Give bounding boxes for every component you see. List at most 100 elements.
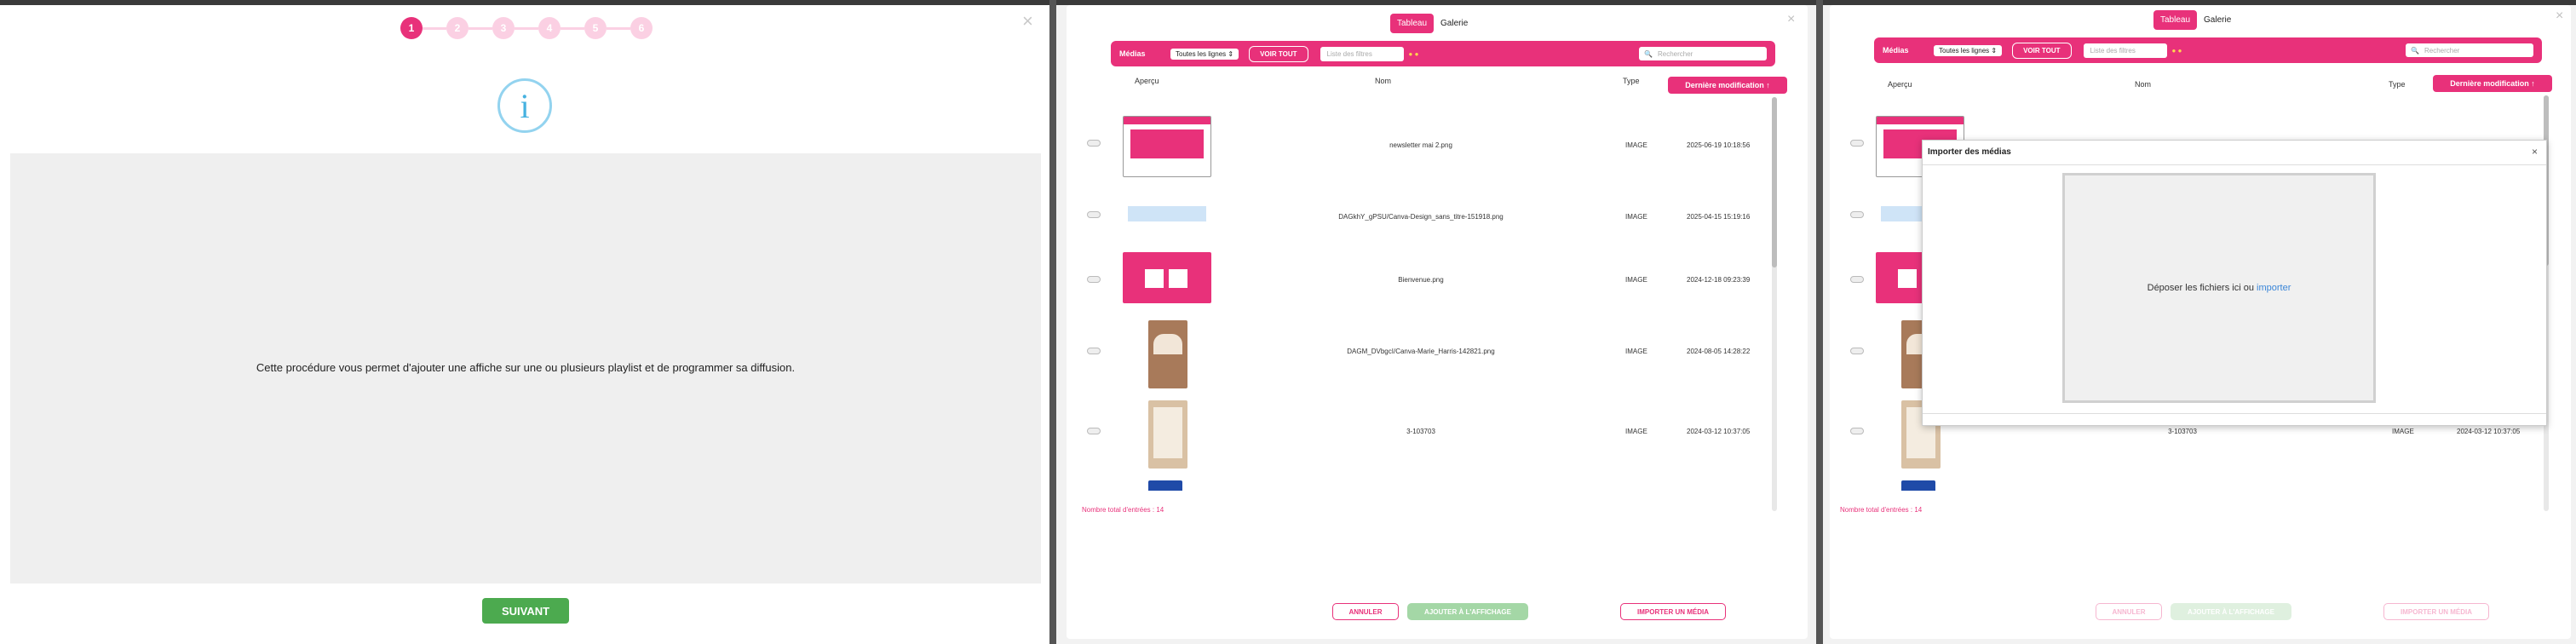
cancel-button[interactable]: ANNULER [2096,603,2162,620]
row-toggle[interactable] [1850,140,1864,147]
row-toggle[interactable] [1850,428,1864,434]
cancel-button[interactable]: ANNULER [1332,603,1399,620]
view-all-button[interactable]: VOIR TOUT [2012,42,2072,59]
col-name[interactable]: Nom [1375,77,1391,85]
close-icon[interactable]: × [2556,9,2563,24]
import-media-modal: Importer des médias × Déposer les fichie… [1922,140,2547,426]
search-icon: 🔍 [2411,46,2419,55]
info-icon: i [497,78,552,133]
row-name: DAGM_DVbgcI/Canva-Marie_Harris-142821.pn… [1347,348,1495,355]
media-panel: × Tableau Galerie Médias Toutes les lign… [1056,0,1816,644]
row-type: IMAGE [1625,428,1647,435]
row-type: IMAGE [2392,428,2414,435]
next-button[interactable]: SUIVANT [482,598,569,624]
col-preview: Aperçu [1888,80,1912,89]
step-3[interactable]: 3 [492,17,515,39]
row-type: IMAGE [1625,276,1647,284]
lines-select[interactable]: Toutes les lignes ⇕ [1170,48,1239,60]
media-table: newsletter mai 2.png IMAGE 2025-06-19 10… [1087,111,1768,511]
row-date: 2024-03-12 10:37:05 [1687,428,1751,435]
row-date: 2024-08-05 14:28:22 [1687,348,1751,355]
filters-input[interactable]: Liste des filtres [2083,43,2167,58]
tab-galerie[interactable]: Galerie [1434,14,1475,33]
close-icon[interactable]: × [1787,12,1795,27]
table-row[interactable]: 3-103703 IMAGE 2024-03-12 10:37:05 [1087,400,1768,477]
row-type: IMAGE [1625,141,1647,149]
row-date: 2025-04-15 15:19:16 [1687,213,1751,221]
step-connector [515,26,538,30]
row-toggle[interactable] [1850,348,1864,354]
close-icon[interactable]: × [2532,146,2538,158]
filter-bar: Médias Toutes les lignes ⇕ VOIR TOUT Lis… [1874,37,2542,63]
search-input[interactable]: 🔍 Rechercher [2406,43,2533,57]
table-row[interactable]: DAGM_DVbgcI/Canva-Marie_Harris-142821.pn… [1087,320,1768,397]
step-1[interactable]: 1 [400,17,423,39]
preview-thumbnail [1123,252,1211,303]
col-type[interactable]: Type [1623,77,1640,85]
row-date: 2025-06-19 10:18:56 [1687,141,1751,149]
tab-tableau[interactable]: Tableau [2153,10,2198,30]
import-media-button[interactable]: IMPORTER UN MÉDIA [2383,603,2489,620]
add-to-display-button[interactable]: AJOUTER À L'AFFICHAGE [2171,603,2291,620]
col-name[interactable]: Nom [2135,80,2151,89]
dropzone-text: Déposer les fichiers ici ou importer [2147,283,2291,293]
view-tabs: Tableau Galerie [2153,10,2238,30]
step-connector [607,26,630,30]
lines-select[interactable]: Toutes les lignes ⇕ [1934,44,2003,56]
import-media-button[interactable]: IMPORTER UN MÉDIA [1620,603,1726,620]
search-input[interactable]: 🔍 Rechercher [1639,47,1767,60]
row-name: DAGkhY_gPSU/Canva-Design_sans_titre-1519… [1338,213,1504,221]
row-name: newsletter mai 2.png [1389,141,1452,149]
file-dropzone[interactable]: Déposer les fichiers ici ou importer [2062,173,2376,403]
step-2[interactable]: 2 [446,17,469,39]
row-type: IMAGE [1625,348,1647,355]
filter-color-dots-icon[interactable]: ● ● [2172,47,2182,55]
import-link[interactable]: importer [2257,283,2291,293]
search-icon: 🔍 [1644,49,1653,58]
row-toggle[interactable] [1087,276,1101,283]
table-row[interactable]: newsletter mai 2.png IMAGE 2025-06-19 10… [1087,111,1768,179]
filter-title: Médias [1119,49,1146,58]
col-last-modified-sort[interactable]: Dernière modification ↑ [1668,77,1787,94]
step-connector [469,26,492,30]
row-toggle[interactable] [1087,140,1101,147]
row-name: 3-103703 [2168,428,2197,435]
total-entries: Nombre total d'entrées : 14 [1082,506,1164,514]
col-preview: Aperçu [1135,77,1159,85]
table-row[interactable] [1087,480,1768,511]
row-type: IMAGE [1625,213,1647,221]
filters-input[interactable]: Liste des filtres [1320,46,1404,61]
wizard-panel: × 1 2 3 4 5 6 i Cette procédure vous per… [0,0,1049,644]
view-tabs: Tableau Galerie [1390,14,1475,33]
row-toggle[interactable] [1850,276,1864,283]
modal-title: Importer des médias [1928,147,2011,157]
row-date: 2024-12-18 09:23:39 [1687,276,1751,284]
tab-tableau[interactable]: Tableau [1390,14,1435,33]
add-to-display-button[interactable]: AJOUTER À L'AFFICHAGE [1407,603,1528,620]
close-icon[interactable]: × [1022,10,1033,32]
table-row[interactable]: Bienvenue.png IMAGE 2024-12-18 09:23:39 [1087,252,1768,317]
scrollbar[interactable] [1772,97,1777,511]
filter-bar: Médias Toutes les lignes ⇕ VOIR TOUT Lis… [1111,41,1775,66]
view-all-button[interactable]: VOIR TOUT [1249,45,1308,62]
row-name: 3-103703 [1406,428,1435,435]
step-6[interactable]: 6 [630,17,653,39]
row-toggle[interactable] [1087,348,1101,354]
col-type[interactable]: Type [2389,80,2406,89]
preview-thumbnail [1123,116,1211,177]
table-row[interactable]: DAGkhY_gPSU/Canva-Design_sans_titre-1519… [1087,182,1768,249]
step-4[interactable]: 4 [538,17,561,39]
tab-galerie[interactable]: Galerie [2197,10,2238,30]
filter-color-dots-icon[interactable]: ● ● [1409,50,1419,58]
row-toggle[interactable] [1087,428,1101,434]
row-toggle[interactable] [1087,211,1101,218]
col-last-modified-sort[interactable]: Dernière modification ↑ [2433,75,2552,92]
row-name: Bienvenue.png [1398,276,1444,284]
stepper: 1 2 3 4 5 6 [400,17,653,39]
step-5[interactable]: 5 [584,17,607,39]
preview-thumbnail [1123,194,1211,237]
divider [1923,413,2546,414]
table-row[interactable] [1850,480,2532,511]
row-toggle[interactable] [1850,211,1864,218]
preview-thumbnail [1148,400,1187,469]
